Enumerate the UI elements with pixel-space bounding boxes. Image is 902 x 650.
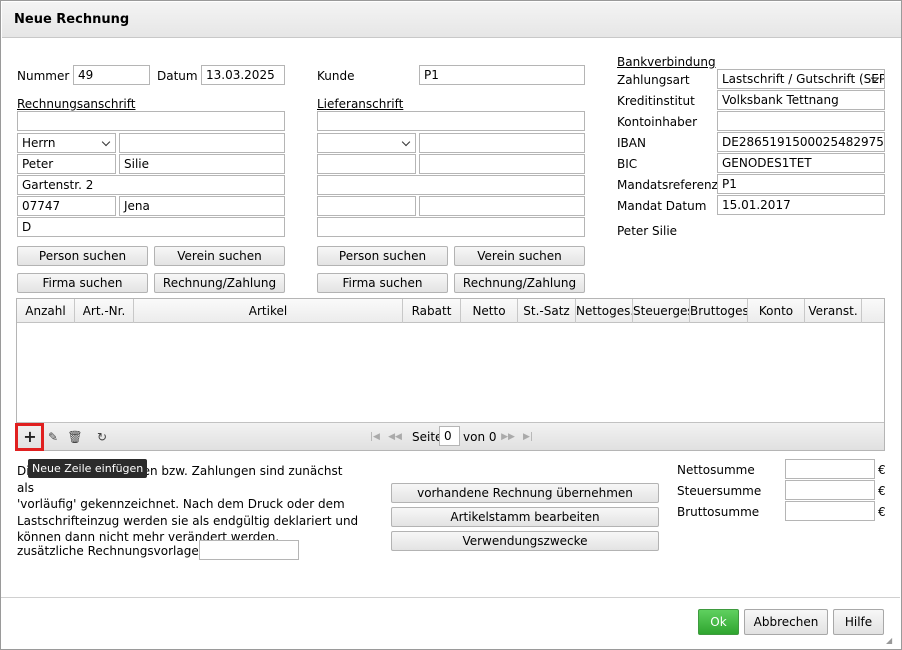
kreditinstitut-input[interactable]: Volksbank Tettnang <box>717 90 885 110</box>
rechnung-uebernehmen-button[interactable]: vorhandene Rechnung übernehmen <box>391 483 659 503</box>
col-art-nr[interactable]: Art.-Nr. <box>75 299 134 323</box>
nettosumme-label: Nettosumme <box>677 463 755 477</box>
rechnung-strasse-input[interactable]: Gartenstr. 2 <box>17 175 285 195</box>
verwendungszwecke-button[interactable]: Verwendungszwecke <box>391 531 659 551</box>
title-bar: Neue Rechnung <box>2 2 901 38</box>
liefer-verein-suchen-button[interactable]: Verein suchen <box>454 246 585 266</box>
last-page-icon[interactable]: ▶| <box>520 429 536 445</box>
pager-page-input[interactable]: 0 <box>439 426 460 446</box>
prev-page-icon[interactable]: ◀◀ <box>387 429 403 445</box>
dialog-title: Neue Rechnung <box>14 12 130 27</box>
col-nettoges[interactable]: Nettoges. <box>576 299 633 323</box>
mandat-datum-label: Mandat Datum <box>617 199 707 213</box>
kunde-input[interactable]: P1 <box>419 65 585 85</box>
zahlungsart-select[interactable]: Lastschrift / Gutschrift (SEPA <box>717 69 885 89</box>
refresh-icon[interactable]: ↻ <box>94 429 110 445</box>
liefer-strasse-input[interactable] <box>317 175 585 195</box>
iban-input[interactable]: DE28651915000254829750 <box>717 132 885 152</box>
rechnungsanschrift-heading: Rechnungsanschrift <box>17 97 136 111</box>
rechnung-person-suchen-button[interactable]: Person suchen <box>17 246 148 266</box>
col-veranst[interactable]: Veranst. <box>805 299 862 323</box>
lieferanschrift-heading: Lieferanschrift <box>317 97 404 111</box>
liefer-plz-input[interactable] <box>317 196 416 216</box>
rechnung-anrede-select[interactable]: Herrn <box>17 133 116 153</box>
rechnung-nachname-input[interactable]: Silie <box>119 154 285 174</box>
invoice-items-grid: Anzahl Art.-Nr. Artikel Rabatt Netto St.… <box>16 298 885 451</box>
liefer-firma-suchen-button[interactable]: Firma suchen <box>317 273 448 293</box>
kreditinstitut-label: Kreditinstitut <box>617 94 695 108</box>
col-netto[interactable]: Netto <box>461 299 518 323</box>
zahlungsart-label: Zahlungsart <box>617 73 690 87</box>
col-artikel[interactable]: Artikel <box>134 299 403 323</box>
liefer-nachname-input[interactable] <box>419 154 585 174</box>
hilfe-button[interactable]: Hilfe <box>833 609 884 635</box>
datum-input[interactable]: 13.03.2025 <box>201 65 285 85</box>
steuersumme-input[interactable] <box>785 480 875 500</box>
next-page-icon[interactable]: ▶▶ <box>500 429 516 445</box>
info-text-rest: 'vorläufig' gekennzeichnet. Nach dem Dru… <box>17 497 359 544</box>
liefer-rechnung-zahlung-button[interactable]: Rechnung/Zahlung <box>454 273 585 293</box>
rechnung-titel-input[interactable] <box>119 133 285 153</box>
pager-seite-label: Seite <box>412 430 443 444</box>
mandat-datum-input[interactable]: 15.01.2017 <box>717 195 885 215</box>
datum-label: Datum <box>157 69 198 83</box>
netto-currency: € <box>878 463 886 477</box>
rechnung-line1-input[interactable] <box>17 111 285 131</box>
kunde-label: Kunde <box>317 69 355 83</box>
col-st-satz[interactable]: St.-Satz <box>518 299 576 323</box>
first-page-icon[interactable]: |◀ <box>367 429 383 445</box>
bruttosumme-input[interactable] <box>785 501 875 521</box>
rechnung-ort-input[interactable]: Jena <box>119 196 285 216</box>
liefer-anrede-select[interactable] <box>317 133 416 153</box>
brutto-currency: € <box>878 505 886 519</box>
resize-grip-icon[interactable]: ◢ <box>886 636 896 646</box>
bankverbindung-heading: Bankverbindung <box>617 55 716 69</box>
edit-pencil-icon[interactable]: ✎ <box>45 429 61 445</box>
account-holder-name: Peter Silie <box>617 224 678 238</box>
rechnung-verein-suchen-button[interactable]: Verein suchen <box>154 246 285 266</box>
abbrechen-button[interactable]: Abbrechen <box>744 609 828 635</box>
col-konto[interactable]: Konto <box>748 299 805 323</box>
nettosumme-input[interactable] <box>785 459 875 479</box>
iban-label: IBAN <box>617 136 646 150</box>
add-row-highlight <box>15 423 44 451</box>
col-rabatt[interactable]: Rabatt <box>403 299 461 323</box>
bic-input[interactable]: GENODES1TET <box>717 153 885 173</box>
rechnung-plz-input[interactable]: 07747 <box>17 196 116 216</box>
liefer-titel-input[interactable] <box>419 133 585 153</box>
col-bruttoges[interactable]: Bruttoges <box>690 299 748 323</box>
steuer-currency: € <box>878 484 886 498</box>
kontoinhaber-input[interactable] <box>717 111 885 131</box>
ok-button[interactable]: Ok <box>698 609 739 635</box>
footer-divider <box>1 597 900 598</box>
col-steuerges[interactable]: Steuerges <box>633 299 690 323</box>
rechnung-firma-suchen-button[interactable]: Firma suchen <box>17 273 148 293</box>
add-row-tooltip: Neue Zeile einfügen <box>28 459 148 478</box>
liefer-ort-input[interactable] <box>419 196 585 216</box>
bruttosumme-label: Bruttosumme <box>677 505 760 519</box>
mandatsreferenz-input[interactable]: P1 <box>717 174 885 194</box>
rechnung-rechnung-zahlung-button[interactable]: Rechnung/Zahlung <box>154 273 285 293</box>
bic-label: BIC <box>617 157 638 171</box>
liefer-land-input[interactable] <box>317 217 585 237</box>
rechnungsvorlage-label: zusätzliche Rechnungsvorlage <box>17 544 199 558</box>
nummer-label: Nummer <box>17 69 70 83</box>
liefer-vorname-input[interactable] <box>317 154 416 174</box>
steuersumme-label: Steuersumme <box>677 484 762 498</box>
rechnung-vorname-input[interactable]: Peter <box>17 154 116 174</box>
kontoinhaber-label: Kontoinhaber <box>617 115 698 129</box>
pager-von-label: von 0 <box>463 430 497 444</box>
artikelstamm-button[interactable]: Artikelstamm bearbeiten <box>391 507 659 527</box>
grid-header: Anzahl Art.-Nr. Artikel Rabatt Netto St.… <box>17 299 884 323</box>
rechnung-land-input[interactable]: D <box>17 217 285 237</box>
rechnungsvorlage-input[interactable] <box>199 540 299 560</box>
grid-toolbar: + ✎ 🗑 ↻ |◀ ◀◀ Seite 0 von 0 ▶▶ ▶| <box>17 422 884 450</box>
mandatsreferenz-label: Mandatsreferenz <box>617 178 718 192</box>
trash-icon[interactable]: 🗑 <box>67 429 83 445</box>
liefer-line1-input[interactable] <box>317 111 585 131</box>
nummer-input[interactable]: 49 <box>73 65 150 85</box>
liefer-person-suchen-button[interactable]: Person suchen <box>317 246 448 266</box>
col-anzahl[interactable]: Anzahl <box>17 299 75 323</box>
